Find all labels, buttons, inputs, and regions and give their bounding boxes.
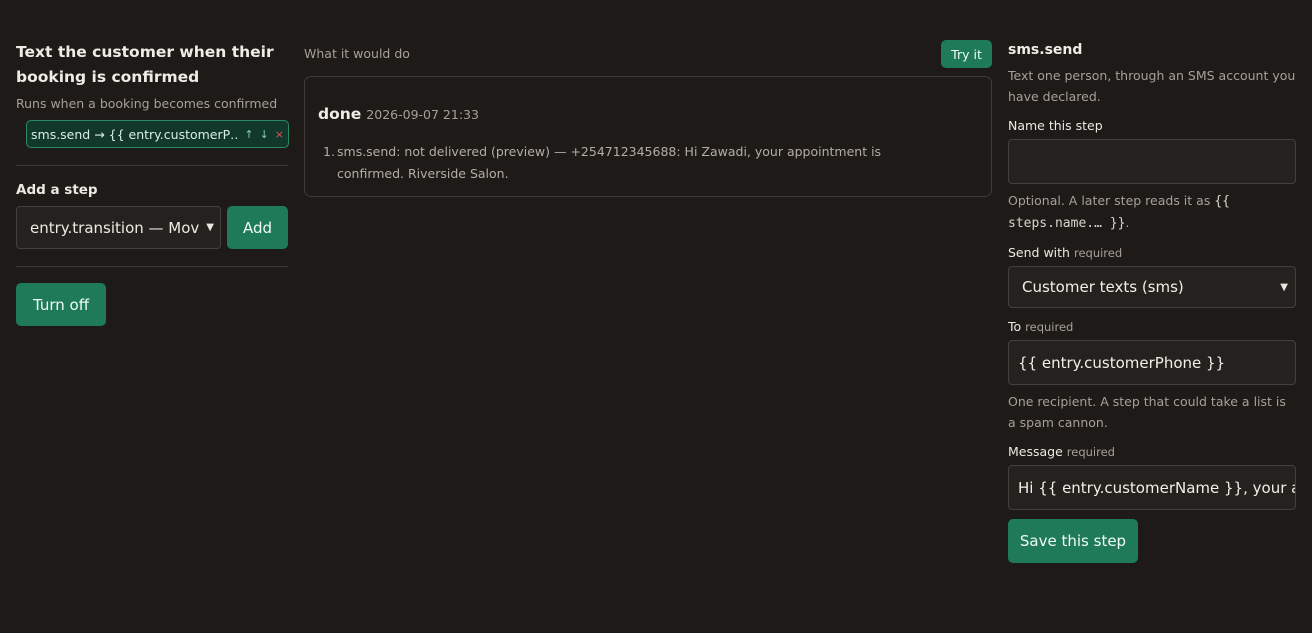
send-with-select-value: Customer texts (sms)	[1022, 278, 1184, 296]
name-help-suffix: .	[1125, 215, 1130, 230]
to-label: To required	[1008, 319, 1296, 334]
chevron-down-icon: ▼	[206, 222, 214, 233]
preview-heading: What it would do	[304, 46, 410, 61]
add-step-label: Add a step	[16, 182, 98, 198]
name-help-prefix: Optional. A later step reads it as	[1008, 193, 1211, 208]
remove-step-icon[interactable]: ×	[275, 128, 284, 141]
to-input[interactable]: {{ entry.customerPhone }}	[1008, 340, 1296, 385]
divider	[16, 165, 288, 166]
name-field-label-text: Name this step	[1008, 118, 1103, 133]
chevron-down-icon: ▼	[1280, 281, 1288, 293]
message-label: Message required	[1008, 444, 1296, 459]
move-down-icon[interactable]: ↓	[260, 128, 269, 141]
preview-panel: What it would do Try it done 2026-09-07 …	[304, 40, 992, 197]
result-item: 1. sms.send: not delivered (preview) — +…	[323, 141, 991, 185]
step-editor: sms.send Text one person, through an SMS…	[1008, 40, 1296, 563]
preview-result-box: done 2026-09-07 21:33 1. sms.send: not d…	[304, 76, 992, 197]
editor-title: sms.send	[1008, 42, 1083, 58]
send-with-select[interactable]: Customer texts (sms) ▼	[1008, 266, 1296, 308]
step-type-select-value: entry.transition — Mov	[30, 218, 200, 237]
required-tag: required	[1025, 320, 1074, 334]
editor-description: Text one person, through an SMS account …	[1008, 68, 1296, 104]
try-it-button[interactable]: Try it	[941, 40, 992, 68]
turn-off-button[interactable]: Turn off	[16, 283, 106, 326]
result-list: 1. sms.send: not delivered (preview) — +…	[318, 141, 991, 185]
flow-title: Text the customer when their booking is …	[16, 43, 274, 86]
flow-trigger-description: Runs when a booking becomes confirmed	[16, 96, 278, 111]
send-with-label: Send with required	[1008, 245, 1296, 260]
result-item-number: 1.	[323, 144, 335, 159]
result-status: done	[318, 105, 362, 123]
step-chip[interactable]: sms.send → {{ entry.customerP… ↑ ↓ ×	[26, 120, 289, 148]
move-up-icon[interactable]: ↑	[244, 128, 253, 141]
required-tag: required	[1066, 445, 1115, 459]
required-tag: required	[1073, 246, 1123, 260]
preview-header: What it would do Try it	[304, 40, 992, 69]
add-step-row: entry.transition — Mov ▼ Add	[16, 206, 288, 249]
result-item-text: sms.send: not delivered (preview) — +254…	[337, 144, 882, 181]
step-chip-label: sms.send → {{ entry.customerP…	[31, 126, 239, 142]
add-step-button[interactable]: Add	[227, 206, 288, 249]
send-with-label-text: Send with	[1008, 245, 1070, 260]
result-status-row: done 2026-09-07 21:33	[318, 105, 991, 123]
divider	[16, 266, 288, 267]
message-input[interactable]: Hi {{ entry.customerName }}, your app	[1008, 465, 1296, 510]
flow-panel: Text the customer when their booking is …	[16, 40, 289, 326]
name-field-label: Name this step	[1008, 118, 1296, 133]
step-name-input[interactable]	[1008, 139, 1296, 184]
name-field-help: Optional. A later step reads it as {{ st…	[1008, 190, 1296, 234]
to-field-help: One recipient. A step that could take a …	[1008, 394, 1286, 430]
step-type-select[interactable]: entry.transition — Mov ▼	[16, 206, 221, 249]
result-timestamp: 2026-09-07 21:33	[366, 107, 479, 122]
to-label-text: To	[1008, 319, 1022, 334]
message-label-text: Message	[1008, 444, 1063, 459]
save-step-button[interactable]: Save this step	[1008, 519, 1138, 563]
